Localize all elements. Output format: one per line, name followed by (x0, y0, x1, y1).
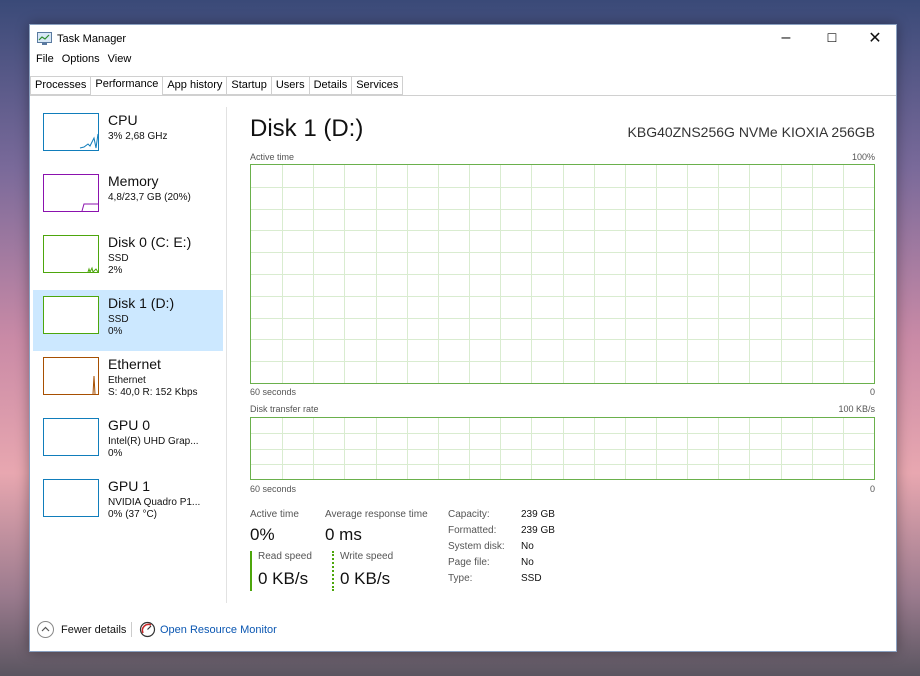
tab-processes[interactable]: Processes (30, 76, 91, 95)
sidebar-item-ethernet[interactable]: Ethernet Ethernet S: 40,0 R: 152 Kbps (33, 351, 223, 412)
disk1-thumb-graph (43, 296, 99, 334)
sidebar-item-sub: S: 40,0 R: 152 Kbps (108, 387, 198, 398)
write-speed-value: 0 KB/s (340, 569, 391, 588)
sidebar-item-sub: 0% (108, 326, 123, 337)
graph2-label: Disk transfer rate (250, 404, 319, 414)
sidebar-item-sub: NVIDIA Quadro P1... (108, 497, 201, 508)
gpu0-thumb-graph (43, 418, 99, 456)
menu-view[interactable]: View (108, 51, 138, 69)
resource-monitor-icon[interactable] (139, 621, 156, 638)
gpu1-thumb-graph (43, 479, 99, 517)
sidebar-item-label: GPU 1 (108, 478, 151, 494)
sidebar-item-sub: Ethernet (108, 375, 146, 386)
prop-key: Formatted: (448, 525, 497, 536)
maximize-button[interactable]: ☐ (809, 25, 855, 51)
sidebar-item-disk0[interactable]: Disk 0 (C: E:) SSD 2% (33, 229, 223, 290)
read-speed-value: 0 KB/s (258, 569, 309, 588)
graph1-label: Active time (250, 152, 295, 162)
prop-key: System disk: (448, 541, 505, 552)
menu-options[interactable]: Options (62, 51, 106, 69)
graph-grid (251, 418, 874, 479)
sidebar-item-sub: 4,8/23,7 GB (20%) (108, 192, 191, 203)
menu-bar: File Options View (30, 51, 896, 69)
chevron-up-icon[interactable] (37, 621, 54, 638)
graph-grid (251, 165, 874, 383)
active-time-value: 0% (250, 525, 275, 544)
sidebar-item-label: CPU (108, 112, 138, 128)
sidebar-item-label: Memory (108, 173, 159, 189)
prop-value: SSD (521, 573, 542, 584)
sidebar-item-sub: 0% (108, 448, 123, 459)
tab-startup[interactable]: Startup (226, 76, 271, 95)
write-speed-label: Write speed (340, 551, 394, 562)
avg-response-label: Average response time (325, 509, 428, 520)
active-time-label: Active time (250, 509, 299, 520)
sidebar-item-sub: SSD (108, 314, 129, 325)
sidebar-item-label: Disk 0 (C: E:) (108, 234, 192, 250)
write-speed-marker (332, 551, 334, 591)
prop-value: 239 GB (521, 525, 555, 536)
graph1-max: 100% (851, 152, 875, 162)
perf-sidebar: CPU 3% 2,68 GHz Memory 4,8/23,7 GB (20%)… (33, 107, 223, 534)
sidebar-item-sub: SSD (108, 253, 129, 264)
task-manager-window: Task Manager – ☐ ✕ File Options View Pro… (29, 24, 897, 652)
memory-thumb-graph (43, 174, 99, 212)
sidebar-item-disk1[interactable]: Disk 1 (D:) SSD 0% (33, 290, 223, 351)
cpu-thumb-graph (43, 113, 99, 151)
disk0-thumb-graph (43, 235, 99, 273)
sidebar-item-label: Ethernet (108, 356, 161, 372)
avg-response-value: 0 ms (325, 525, 362, 544)
sidebar-item-sub: 2% (108, 265, 123, 276)
page-title: Disk 1 (D:) (250, 115, 364, 142)
prop-value: 239 GB (521, 509, 555, 520)
sidebar-item-sub: 3% 2,68 GHz (108, 131, 168, 142)
sidebar-divider (226, 107, 227, 603)
task-manager-icon (37, 32, 52, 45)
tab-app-history[interactable]: App history (162, 76, 227, 95)
menu-file[interactable]: File (36, 51, 60, 69)
sidebar-item-gpu1[interactable]: GPU 1 NVIDIA Quadro P1... 0% (37 °C) (33, 473, 223, 534)
ethernet-thumb-graph (43, 357, 99, 395)
transfer-rate-graph (250, 417, 875, 480)
tab-services[interactable]: Services (351, 76, 404, 95)
graph1-time: 60 seconds (250, 387, 297, 397)
sidebar-item-label: Disk 1 (D:) (108, 295, 175, 311)
prop-key: Type: (448, 573, 473, 584)
footer-separator (131, 622, 132, 637)
tab-performance[interactable]: Performance (90, 76, 163, 96)
sidebar-item-sub: Intel(R) UHD Grap... (108, 436, 199, 447)
graph2-time: 60 seconds (250, 484, 297, 494)
active-time-graph (250, 164, 875, 384)
prop-value: No (521, 541, 534, 552)
close-button[interactable]: ✕ (852, 25, 898, 51)
open-resource-monitor-link[interactable]: Open Resource Monitor (160, 624, 277, 636)
sidebar-item-memory[interactable]: Memory 4,8/23,7 GB (20%) (33, 168, 223, 229)
disk-detail-panel: Disk 1 (D:) KBG40ZNS256G NVMe KIOXIA 256… (250, 107, 875, 607)
tab-users[interactable]: Users (270, 76, 309, 95)
minimize-button[interactable]: – (763, 25, 809, 51)
prop-value: No (521, 557, 534, 568)
tabs-divider (30, 95, 896, 96)
prop-key: Capacity: (448, 509, 490, 520)
read-speed-marker (250, 551, 252, 591)
sidebar-item-cpu[interactable]: CPU 3% 2,68 GHz (33, 107, 223, 168)
title-bar[interactable]: Task Manager – ☐ ✕ (30, 25, 896, 51)
read-speed-label: Read speed (258, 551, 312, 562)
prop-key: Page file: (448, 557, 490, 568)
disk-model: KBG40ZNS256G NVMe KIOXIA 256GB (627, 124, 875, 140)
window-title: Task Manager (57, 33, 127, 45)
graph1-min: 0 (869, 387, 875, 397)
footer-bar: Fewer details Open Resource Monitor (30, 611, 896, 651)
graph2-min: 0 (869, 484, 875, 494)
fewer-details-link[interactable]: Fewer details (61, 624, 126, 636)
tab-bar: Processes Performance App history Startu… (30, 76, 404, 96)
graph2-max: 100 KB/s (838, 404, 875, 414)
sidebar-item-gpu0[interactable]: GPU 0 Intel(R) UHD Grap... 0% (33, 412, 223, 473)
sidebar-item-label: GPU 0 (108, 417, 151, 433)
tab-details[interactable]: Details (308, 76, 352, 95)
sidebar-item-sub: 0% (37 °C) (108, 509, 158, 520)
